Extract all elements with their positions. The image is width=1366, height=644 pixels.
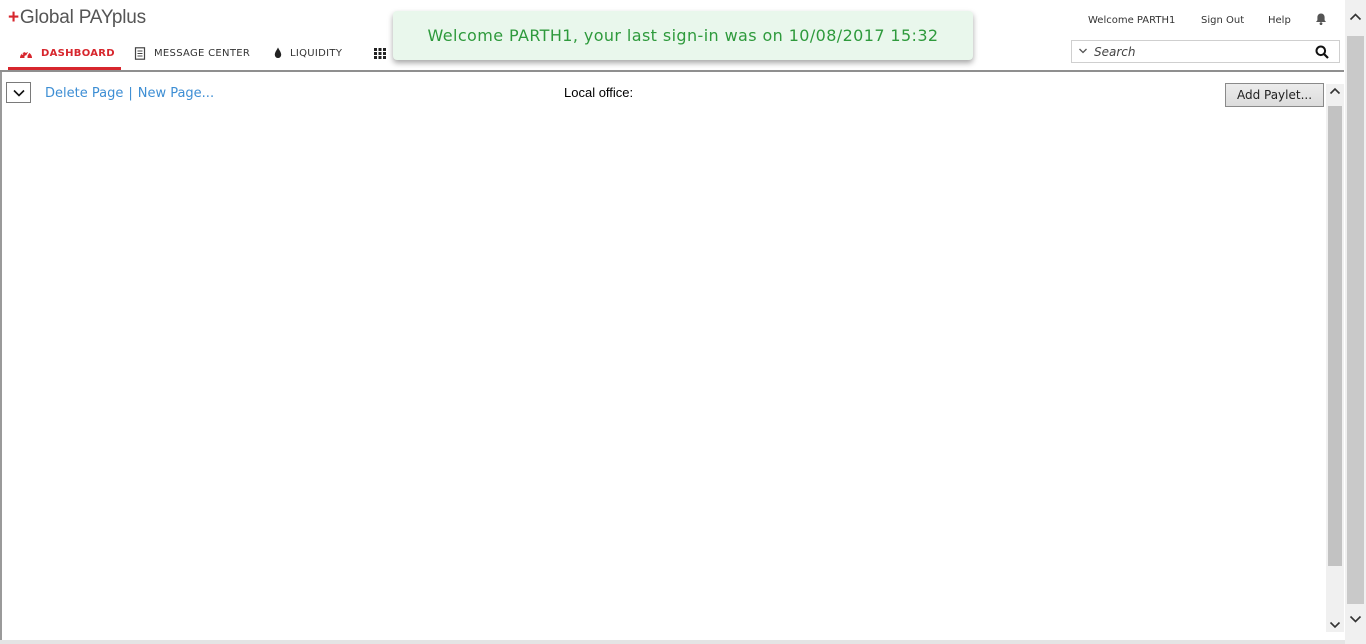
new-page-link[interactable]: New Page... xyxy=(138,86,214,101)
add-paylet-button[interactable]: Add Paylet... xyxy=(1225,83,1324,107)
tab-liquidity[interactable]: LIQUIDITY xyxy=(274,36,342,70)
logo-plus-mark: + xyxy=(8,7,19,28)
tab-message-center[interactable]: MESSAGE CENTER xyxy=(134,36,250,70)
content-scrollbar-thumb[interactable] xyxy=(1328,106,1342,566)
welcome-toast: Welcome PARTH1, your last sign-in was on… xyxy=(393,11,973,60)
page-actions: Delete Page | New Page... xyxy=(45,86,214,101)
tab-message-center-label: MESSAGE CENTER xyxy=(154,47,251,59)
content-bottom-border xyxy=(0,640,1345,644)
tab-apps-grid[interactable] xyxy=(374,36,394,70)
tab-dashboard-label: DASHBOARD xyxy=(41,47,115,59)
welcome-toast-message: Welcome PARTH1, your last sign-in was on… xyxy=(427,26,939,45)
chevron-down-icon xyxy=(12,89,25,97)
delete-page-link[interactable]: Delete Page xyxy=(45,86,123,101)
scroll-up-icon[interactable] xyxy=(1349,12,1362,22)
search-box xyxy=(1071,40,1340,63)
welcome-user-text: Welcome PARTH1 xyxy=(1088,15,1176,26)
drop-icon xyxy=(274,47,282,58)
app-logo[interactable]: +Global PAYplus xyxy=(8,7,146,29)
links-separator: | xyxy=(128,86,133,101)
dashboard-gauge-icon xyxy=(20,50,32,59)
local-office-label: Local office: xyxy=(564,85,634,100)
chevron-down-icon[interactable] xyxy=(1078,45,1088,57)
content-scrollbar[interactable] xyxy=(1326,84,1344,632)
scroll-up-icon[interactable] xyxy=(1329,86,1341,96)
page-scrollbar[interactable] xyxy=(1345,0,1366,644)
scroll-down-icon[interactable] xyxy=(1349,614,1362,624)
page-scrollbar-thumb[interactable] xyxy=(1347,36,1364,604)
sign-out-link[interactable]: Sign Out xyxy=(1201,15,1244,26)
search-input[interactable] xyxy=(1094,43,1304,60)
scroll-down-icon[interactable] xyxy=(1329,620,1341,630)
search-icon[interactable] xyxy=(1315,45,1329,59)
grid-apps-icon xyxy=(374,47,386,59)
page-select-dropdown[interactable] xyxy=(6,82,31,103)
tab-dashboard[interactable]: DASHBOARD xyxy=(8,36,121,70)
tab-liquidity-label: LIQUIDITY xyxy=(290,47,343,59)
help-link[interactable]: Help xyxy=(1268,15,1291,26)
bell-icon[interactable] xyxy=(1314,12,1328,26)
logo-text: Global PAYplus xyxy=(19,7,146,28)
dashboard-content xyxy=(0,72,1326,642)
document-icon xyxy=(134,46,146,60)
